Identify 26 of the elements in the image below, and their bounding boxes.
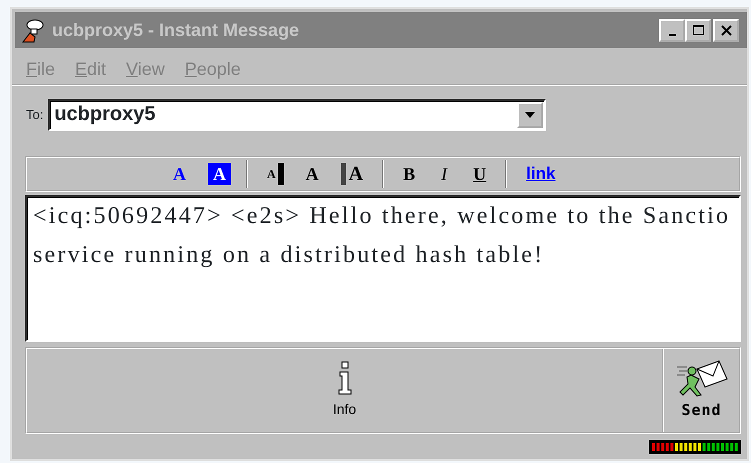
window-title: ucbproxy5 - Instant Message — [52, 18, 300, 42]
info-icon — [336, 361, 352, 395]
link-button[interactable]: link — [522, 163, 560, 185]
to-label: To: — [26, 106, 44, 124]
highlight-color-button[interactable]: A — [208, 163, 231, 185]
text-color-button[interactable]: A — [169, 163, 190, 185]
message-area[interactable]: <icq:50692447> <e2s> Hello there, welcome to the Sanctio service running on a distributed hash table! — [25, 195, 741, 342]
bold-button[interactable]: B — [399, 163, 420, 185]
maximize-button[interactable] — [685, 18, 711, 42]
minimize-icon — [668, 34, 676, 36]
bigger-font-button[interactable]: A — [340, 163, 368, 185]
normal-font-button[interactable]: A — [302, 163, 323, 185]
close-button[interactable] — [713, 18, 739, 42]
minimize-button[interactable] — [659, 18, 685, 42]
italic-button[interactable]: I — [437, 163, 452, 185]
info-button[interactable]: Info — [27, 349, 664, 432]
app-icon — [20, 17, 46, 43]
smaller-font-button[interactable]: A — [263, 163, 284, 185]
send-button[interactable]: Send — [664, 349, 739, 432]
close-icon — [720, 24, 732, 36]
maximize-icon — [692, 24, 704, 36]
dropdown-arrow-icon[interactable] — [525, 112, 536, 118]
recipient-combo-box[interactable]: ucbproxy5 — [48, 98, 546, 130]
underline-button[interactable]: U — [469, 163, 490, 185]
running-figure-with-envelope-icon — [674, 359, 728, 400]
message-text: <icq:50692447> <e2s> Hello there, welcome to the Sanctio service running on a distributed hash table! — [33, 203, 730, 268]
